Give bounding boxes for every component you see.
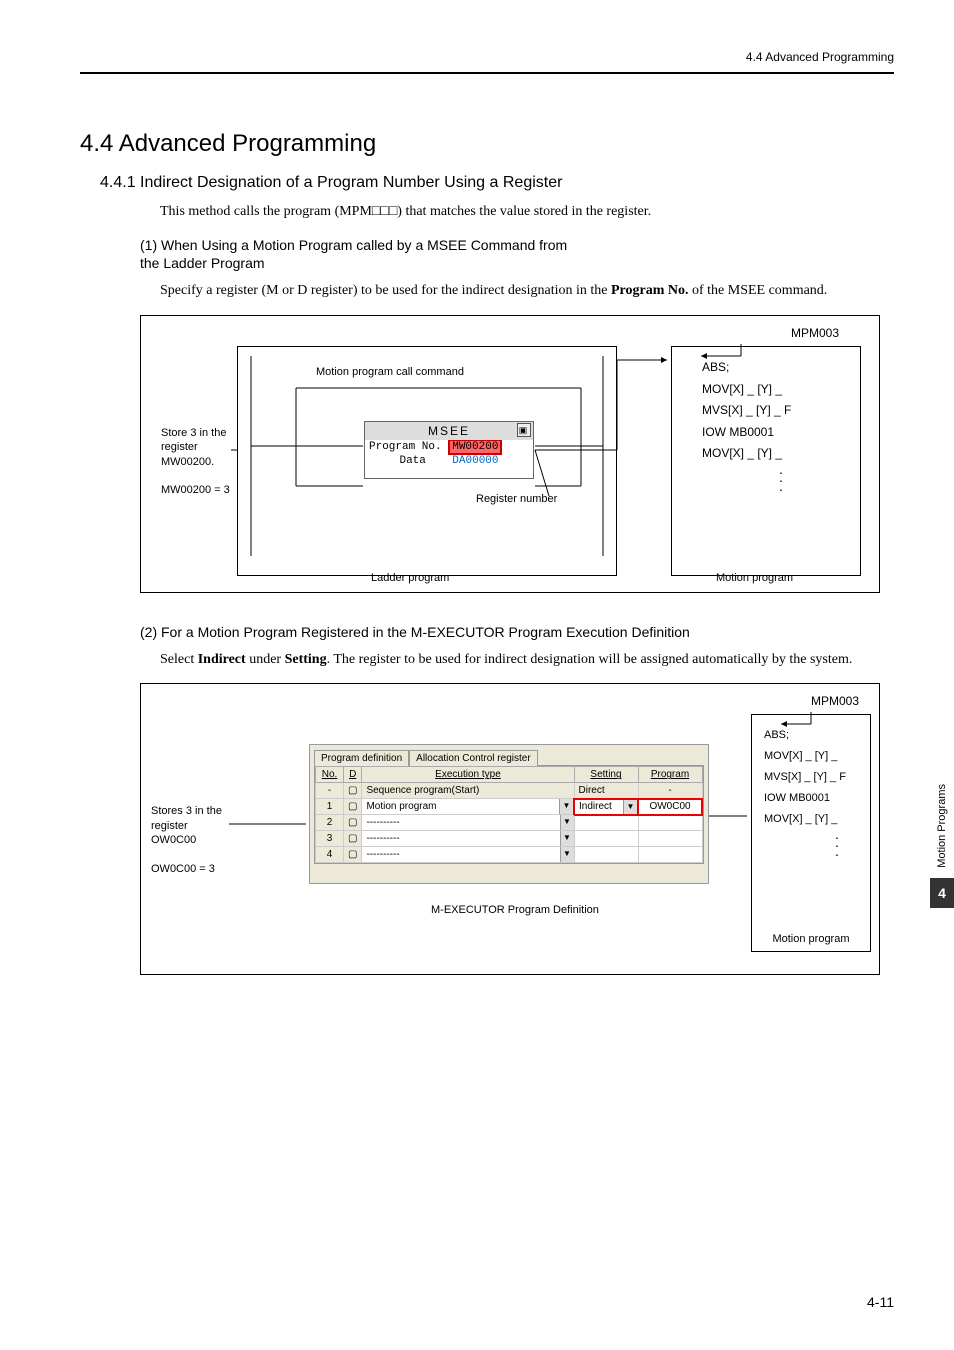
figure-2: MPM003 Stores 3 in the register OW0C00 O… bbox=[140, 683, 880, 975]
motion-code-list: ABS; MOV[X] _ [Y] _ MVS[X] _ [Y] _ F IOW… bbox=[672, 347, 860, 490]
subheading-1: (1) When Using a Motion Program called b… bbox=[140, 236, 894, 274]
col-setting[interactable]: Setting bbox=[574, 767, 638, 783]
mpm003-label: MPM003 bbox=[791, 326, 839, 340]
table-row: 4 ▢ ----------▼ bbox=[316, 847, 703, 863]
exec-type-dropdown[interactable]: Motion program▼ bbox=[362, 799, 574, 815]
msee-program-no-value[interactable]: MW00200 bbox=[448, 439, 502, 455]
tab-row: Program definition Allocation Control re… bbox=[310, 745, 708, 765]
col-exec[interactable]: Execution type bbox=[362, 767, 574, 783]
chevron-down-icon[interactable]: ▼ bbox=[559, 799, 573, 814]
paragraph-1: Specify a register (M or D register) to … bbox=[160, 281, 894, 301]
motion-program-label: Motion program bbox=[716, 572, 793, 584]
msee-title: MSEE ▣ bbox=[365, 422, 533, 440]
heading-2: 4.4.1 Indirect Designation of a Program … bbox=[100, 174, 894, 192]
program-cell[interactable]: OW0C00 bbox=[638, 799, 702, 815]
store-note-2: Stores 3 in the register OW0C00 OW0C00 =… bbox=[151, 804, 231, 875]
motion-code-list-2: ABS; MOV[X] _ [Y] _ MVS[X] _ [Y] _ F IOW… bbox=[752, 715, 870, 855]
motion-program-box-2: ABS; MOV[X] _ [Y] _ MVS[X] _ [Y] _ F IOW… bbox=[751, 714, 871, 952]
side-tab-label: Motion Programs bbox=[934, 780, 950, 872]
table-row: 3 ▢ ----------▼ bbox=[316, 831, 703, 847]
msee-block: MSEE ▣ Program No. MW00200 Data DA00000 bbox=[364, 421, 534, 479]
checkbox-icon[interactable]: ▢ bbox=[344, 783, 362, 799]
msee-program-no-row: Program No. MW00200 bbox=[365, 440, 533, 454]
register-number-label: Register number bbox=[476, 493, 557, 505]
chapter-number-badge: 4 bbox=[930, 878, 954, 908]
definition-grid: No. D Execution type Setting Program - ▢… bbox=[314, 765, 704, 864]
mexecutor-label: M-EXECUTOR Program Definition bbox=[431, 904, 599, 916]
col-no[interactable]: No. bbox=[316, 767, 344, 783]
checkbox-icon[interactable]: ▢ bbox=[344, 847, 362, 863]
chevron-down-icon[interactable]: ▼ bbox=[623, 800, 637, 814]
paragraph-2: Select Indirect under Setting. The regis… bbox=[160, 650, 894, 670]
exec-type-dropdown[interactable]: ----------▼ bbox=[362, 847, 574, 863]
table-header-row: No. D Execution type Setting Program bbox=[316, 767, 703, 783]
table-row: - ▢ Sequence program(Start) Direct - bbox=[316, 783, 703, 799]
col-d[interactable]: D bbox=[344, 767, 362, 783]
page-header: 4.4 Advanced Programming bbox=[80, 50, 894, 74]
chevron-down-icon[interactable]: ▼ bbox=[560, 831, 574, 846]
figure-1: MPM003 bbox=[140, 315, 880, 593]
checkbox-icon[interactable]: ▢ bbox=[344, 831, 362, 847]
tab-allocation-control[interactable]: Allocation Control register bbox=[409, 750, 538, 766]
intro-paragraph: This method calls the program (MPM□□□) t… bbox=[160, 202, 894, 222]
call-command-label: Motion program call command bbox=[316, 366, 464, 378]
checkbox-icon[interactable]: ▢ bbox=[344, 815, 362, 831]
expand-icon[interactable]: ▣ bbox=[517, 423, 531, 437]
exec-type-dropdown[interactable]: ----------▼ bbox=[362, 815, 574, 831]
table-row: 2 ▢ ----------▼ bbox=[316, 815, 703, 831]
tab-program-definition[interactable]: Program definition bbox=[314, 750, 409, 766]
setting-dropdown[interactable]: Indirect▼ bbox=[574, 799, 638, 815]
side-tab: Motion Programs 4 bbox=[930, 780, 954, 908]
msee-data-row: Data DA00000 bbox=[365, 454, 533, 468]
store-note: Store 3 in the register MW00200. MW00200… bbox=[161, 426, 233, 497]
subheading-2: (2) For a Motion Program Registered in t… bbox=[140, 623, 894, 642]
mpm003-label-2: MPM003 bbox=[811, 694, 859, 708]
checkbox-icon[interactable]: ▢ bbox=[344, 799, 362, 815]
page-number: 4-11 bbox=[867, 1294, 894, 1310]
motion-program-box: ABS; MOV[X] _ [Y] _ MVS[X] _ [Y] _ F IOW… bbox=[671, 346, 861, 576]
heading-1: 4.4 Advanced Programming bbox=[80, 130, 894, 158]
mexecutor-panel: Program definition Allocation Control re… bbox=[309, 744, 709, 884]
exec-type-dropdown[interactable]: ----------▼ bbox=[362, 831, 574, 847]
motion-program-label-2: Motion program bbox=[752, 933, 870, 945]
table-row: 1 ▢ Motion program▼ Indirect▼ OW0C00 bbox=[316, 799, 703, 815]
ladder-program-label: Ladder program bbox=[371, 572, 449, 584]
chevron-down-icon[interactable]: ▼ bbox=[560, 815, 574, 830]
chevron-down-icon[interactable]: ▼ bbox=[560, 847, 574, 862]
col-program[interactable]: Program bbox=[638, 767, 702, 783]
